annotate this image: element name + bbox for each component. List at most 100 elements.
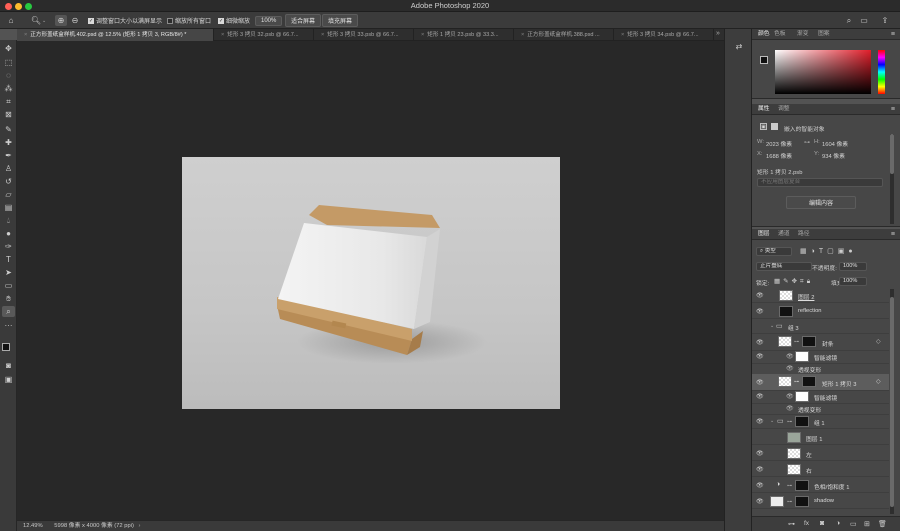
tab-layers[interactable]: 图层 <box>758 229 770 240</box>
layer-style-icon[interactable]: fx <box>804 520 809 527</box>
fill-screen-option[interactable]: 填充屏幕 <box>322 14 359 27</box>
add-mask-icon[interactable]: ◙ <box>820 520 824 527</box>
clone-stamp-tool-icon[interactable]: ♙ <box>2 163 15 174</box>
layer-group-row[interactable]: ⌄ ▭ 组 3 <box>752 319 889 334</box>
visibility-eye-icon[interactable]: 👁︎ <box>756 339 764 346</box>
zoom-tool-preset-icon[interactable]: 🔍︎ <box>30 15 42 26</box>
tab-properties[interactable]: 属性 <box>758 104 770 115</box>
zoom-100-option[interactable]: 100% <box>255 15 283 26</box>
history-panel-icon[interactable]: ⇄ <box>733 41 745 52</box>
chevron-right-icon[interactable]: › <box>139 523 141 529</box>
document-canvas[interactable] <box>182 157 560 409</box>
zoom-level[interactable]: 12.49% <box>23 523 43 529</box>
chevron-down-icon[interactable]: ⌄ <box>770 323 774 329</box>
visibility-eye-icon[interactable]: 👁︎ <box>756 353 764 360</box>
resize-windows-checkbox[interactable]: ✓ <box>88 17 94 24</box>
visibility-eye-icon[interactable]: 👁︎ <box>756 450 764 457</box>
fill-screen-button[interactable]: 填充屏幕 <box>322 14 359 27</box>
home-icon[interactable]: ⌂ <box>5 15 17 26</box>
visibility-eye-icon[interactable]: 👁︎ <box>756 379 764 386</box>
pen-tool-icon[interactable]: ✑ <box>2 241 15 252</box>
visibility-eye-icon[interactable]: 👁︎ <box>756 393 764 400</box>
layers-scroll-thumb[interactable] <box>890 297 894 507</box>
zoom-all-windows-option[interactable]: 缩放所有窗口 <box>167 15 211 26</box>
zoom-in-icon[interactable]: ⊕ <box>55 15 67 26</box>
blend-mode-select[interactable]: 正片叠底 <box>756 262 812 271</box>
visibility-eye-icon[interactable]: 👁︎ <box>756 308 764 315</box>
layer-name[interactable]: 右 <box>806 466 812 475</box>
layer-comp-select[interactable]: 不应用图层复合 <box>757 178 883 187</box>
layer-name[interactable]: reflection <box>798 308 822 314</box>
close-tab-icon[interactable]: × <box>421 32 424 38</box>
y-value[interactable]: 934 像素 <box>822 151 845 160</box>
group-name[interactable]: 组 1 <box>814 418 825 427</box>
visibility-eye-icon[interactable]: 👁︎ <box>756 418 764 425</box>
fit-screen-button[interactable]: 适合屏幕 <box>285 14 322 27</box>
blur-tool-icon[interactable]: 💧︎ <box>2 215 15 226</box>
scrubby-zoom-option[interactable]: ✓ 细微缩放 <box>218 15 250 26</box>
close-tab-icon[interactable]: × <box>24 32 27 38</box>
close-tab-icon[interactable]: × <box>621 32 624 38</box>
visibility-eye-icon[interactable]: 👁︎ <box>756 466 764 473</box>
panel-menu-icon[interactable]: ≡ <box>891 104 895 115</box>
opacity-input[interactable]: 100% <box>839 262 867 271</box>
rectangle-tool-icon[interactable]: ▭ <box>2 280 15 291</box>
layer-name[interactable]: 左 <box>806 450 812 459</box>
link-layers-icon[interactable]: ⊶ <box>788 520 795 528</box>
more-tabs-icon[interactable]: » <box>716 30 720 37</box>
layer-name[interactable]: 封条 <box>822 339 834 348</box>
magic-wand-tool-icon[interactable]: ⁂ <box>2 83 15 94</box>
zoom-100-button[interactable]: 100% <box>255 15 283 26</box>
close-tab-icon[interactable]: × <box>221 32 224 38</box>
visibility-eye-icon[interactable]: 👁︎ <box>756 292 764 299</box>
layer-row[interactable]: 图层 1 <box>752 430 889 445</box>
panel-menu-icon[interactable]: ≡ <box>891 229 895 240</box>
tab-adjustments[interactable]: 调整 <box>778 104 790 115</box>
brush-tool-icon[interactable]: ✒ <box>2 150 15 161</box>
visibility-eye-icon[interactable]: 👁︎ <box>786 353 794 360</box>
scrubby-zoom-checkbox[interactable]: ✓ <box>218 17 224 24</box>
layer-row[interactable]: 👁︎ 图层 2 <box>752 288 889 303</box>
delete-layer-icon[interactable]: 🗑︎ <box>878 520 887 528</box>
group-name[interactable]: 组 3 <box>788 323 799 332</box>
x-value[interactable]: 1688 像素 <box>766 151 792 160</box>
eraser-tool-icon[interactable]: ▱ <box>2 189 15 200</box>
search-icon[interactable]: ⌕ <box>843 15 855 26</box>
more-tools-icon[interactable]: ··· <box>2 320 15 331</box>
fill-input[interactable]: 100% <box>839 277 867 286</box>
layer-name[interactable]: 矩形 1 拷贝 3 <box>822 379 856 388</box>
healing-brush-tool-icon[interactable]: ✚ <box>2 137 15 148</box>
visibility-eye-icon[interactable]: 👁︎ <box>756 498 764 505</box>
tab-document-4[interactable]: × 矩形 1 拷贝 23.psb @ 33.3... <box>414 29 514 41</box>
new-layer-icon[interactable]: ⊞ <box>864 520 870 528</box>
hand-tool-icon[interactable]: ✋︎ <box>2 293 15 304</box>
tab-paths[interactable]: 路径 <box>798 229 810 240</box>
screen-mode-icon[interactable]: ▣ <box>2 374 15 385</box>
layer-filter-select[interactable]: ⌕ 类型 <box>756 247 792 256</box>
visibility-eye-icon[interactable]: 👁︎ <box>786 365 794 372</box>
hue-slider[interactable] <box>878 50 885 94</box>
layer-filter-icons[interactable]: ▦◑T▢▣● <box>800 247 857 255</box>
tab-channels[interactable]: 通道 <box>778 229 790 240</box>
width-value[interactable]: 2023 像素 <box>766 139 792 148</box>
chevron-down-icon[interactable]: ⌄ <box>42 18 46 24</box>
adjustment-layer-row[interactable]: 👁︎ ◑ ⊶ 色相/饱和度 1 <box>752 478 889 493</box>
tab-document-6[interactable]: × 矩形 3 拷贝 34.psb @ 66.7... <box>614 29 714 41</box>
foreground-color-swatch[interactable] <box>2 343 10 351</box>
tab-document-3[interactable]: × 矩形 3 拷贝 33.psb @ 66.7... <box>314 29 414 41</box>
history-brush-tool-icon[interactable]: ↺ <box>2 176 15 187</box>
move-tool-icon[interactable]: ✥ <box>2 43 15 54</box>
smart-filter-label[interactable]: 智能滤镜 <box>814 353 837 362</box>
lock-options-icons[interactable]: ▦✎✥⌗🔒︎ <box>774 277 813 286</box>
gradient-tool-icon[interactable]: ▤ <box>2 202 15 213</box>
fit-screen-option[interactable]: 适合屏幕 <box>285 14 322 27</box>
link-proportions-icon[interactable]: ⊶ <box>804 139 810 146</box>
height-value[interactable]: 1604 像素 <box>822 139 848 148</box>
close-tab-icon[interactable]: × <box>321 32 324 38</box>
color-field[interactable] <box>775 50 871 94</box>
path-selection-tool-icon[interactable]: ➤ <box>2 267 15 278</box>
layer-row[interactable]: 👁︎ reflection <box>752 304 889 319</box>
tab-gradients[interactable]: 渐变 <box>797 29 809 40</box>
layer-name[interactable]: 图层 1 <box>806 434 822 443</box>
crop-tool-icon[interactable]: ⌗ <box>2 96 15 107</box>
